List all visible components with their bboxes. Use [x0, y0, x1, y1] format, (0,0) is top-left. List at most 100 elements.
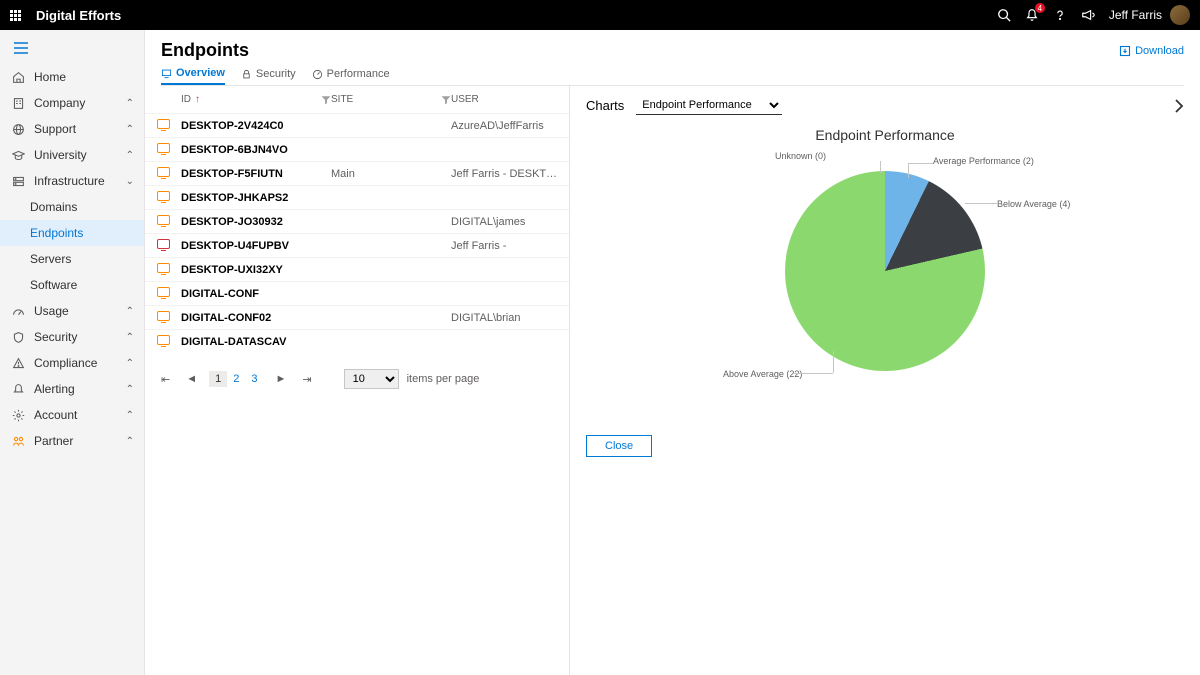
endpoint-icon [157, 191, 170, 201]
chevron-up-icon: ⌃ [126, 410, 134, 421]
per-page-label: items per page [407, 373, 480, 385]
sidebar-item-infrastructure[interactable]: Infrastructure⌄ [0, 168, 144, 194]
pie-label-unknown: Unknown (0) [775, 151, 826, 161]
sidebar-item-support[interactable]: Support⌃ [0, 116, 144, 142]
sidebar-item-domains[interactable]: Domains [0, 194, 144, 220]
sort-asc-icon[interactable]: ↑ [195, 94, 200, 105]
chevron-up-icon: ⌃ [126, 98, 134, 109]
cell-id: DIGITAL-DATASCAV [181, 336, 331, 348]
sidebar-item-compliance[interactable]: Compliance⌃ [0, 350, 144, 376]
tab-overview[interactable]: Overview [161, 67, 225, 85]
page-size-select[interactable]: 10 [344, 369, 399, 389]
expand-icon[interactable] [1174, 99, 1184, 113]
table-row[interactable]: DESKTOP-U4FUPBV Jeff Farris - [145, 233, 569, 257]
pager-last[interactable]: ⇥ [298, 371, 315, 388]
monitor-icon [161, 68, 172, 79]
cell-site: Main [331, 168, 451, 180]
pager-prev[interactable]: ◄ [182, 371, 201, 387]
cell-id: DESKTOP-6BJN4VO [181, 144, 331, 156]
sidebar-item-usage[interactable]: Usage⌃ [0, 298, 144, 324]
pie-label-below: Below Average (4) [997, 199, 1070, 209]
sidebar-item-company[interactable]: Company ⌃ [0, 90, 144, 116]
lock-icon [241, 69, 252, 80]
download-button[interactable]: Download [1119, 45, 1184, 57]
chevron-up-icon: ⌃ [126, 384, 134, 395]
close-button[interactable]: Close [586, 435, 652, 457]
tab-security[interactable]: Security [241, 67, 296, 85]
pager-next[interactable]: ► [271, 371, 290, 387]
cell-id: DIGITAL-CONF [181, 288, 331, 300]
sidebar-item-label: Partner [34, 434, 73, 448]
gear-icon [12, 409, 26, 422]
app-launcher-icon[interactable] [10, 8, 24, 22]
tab-label: Overview [176, 67, 225, 79]
chart-type-select[interactable]: Endpoint Performance [636, 96, 782, 115]
megaphone-icon[interactable] [1081, 8, 1095, 22]
cell-user: Jeff Farris - [451, 240, 557, 252]
chevron-up-icon: ⌃ [126, 306, 134, 317]
col-user-header[interactable]: USER [451, 94, 479, 105]
sidebar-toggle-icon[interactable] [0, 38, 144, 64]
sidebar-item-software[interactable]: Software [0, 272, 144, 298]
brand-label: Digital Efforts [36, 8, 121, 23]
cell-id: DESKTOP-U4FUPBV [181, 240, 331, 252]
sidebar-item-university[interactable]: University⌃ [0, 142, 144, 168]
shield-icon [12, 331, 26, 344]
sidebar-item-label: Endpoints [30, 226, 83, 240]
endpoints-table: ID ↑ SITE US [145, 86, 570, 675]
charts-label: Charts [586, 98, 624, 113]
col-id-header[interactable]: ID [181, 94, 191, 105]
table-row[interactable]: DIGITAL-CONF02 DIGITAL\brian [145, 305, 569, 329]
pie-slices [785, 171, 985, 371]
table-row[interactable]: DIGITAL-DATASCAV [145, 329, 569, 353]
table-row[interactable]: DESKTOP-JHKAPS2 [145, 185, 569, 209]
sidebar-item-home[interactable]: Home [0, 64, 144, 90]
help-icon[interactable] [1053, 8, 1067, 22]
cell-id: DESKTOP-JO30932 [181, 216, 331, 228]
search-icon[interactable] [997, 8, 1011, 22]
avatar[interactable] [1170, 5, 1190, 25]
endpoint-icon [157, 335, 170, 345]
partner-icon [12, 435, 26, 448]
cell-id: DESKTOP-2V424C0 [181, 120, 331, 132]
sidebar-item-label: Company [34, 96, 85, 110]
tab-performance[interactable]: Performance [312, 67, 390, 85]
pie-label-average: Average Performance (2) [933, 156, 1034, 166]
cell-id: DESKTOP-JHKAPS2 [181, 192, 331, 204]
table-row[interactable]: DESKTOP-F5FIUTN Main Jeff Farris - DESKT… [145, 161, 569, 185]
col-site-header[interactable]: SITE [331, 94, 353, 105]
sidebar-item-alerting[interactable]: Alerting⌃ [0, 376, 144, 402]
sidebar-item-security[interactable]: Security⌃ [0, 324, 144, 350]
chevron-up-icon: ⌃ [126, 358, 134, 369]
pager-page-3[interactable]: 3 [245, 371, 263, 387]
table-row[interactable]: DESKTOP-JO30932 DIGITAL\james [145, 209, 569, 233]
sidebar-item-label: Software [30, 278, 77, 292]
sidebar-item-partner[interactable]: Partner ⌃ [0, 428, 144, 454]
table-row[interactable]: DIGITAL-CONF [145, 281, 569, 305]
cell-user: Jeff Farris - DESKTOP-F5FIUTN [451, 168, 557, 180]
table-row[interactable]: DESKTOP-6BJN4VO [145, 137, 569, 161]
endpoint-icon [157, 143, 170, 153]
gauge-icon [12, 305, 26, 318]
pager-first[interactable]: ⇤ [157, 371, 174, 388]
filter-icon[interactable] [321, 95, 331, 105]
endpoint-icon [157, 167, 170, 177]
sidebar-item-label: University [34, 148, 87, 162]
endpoint-icon [157, 215, 170, 225]
endpoint-icon [157, 239, 170, 249]
pager-page-1[interactable]: 1 [209, 371, 227, 387]
cell-user: AzureAD\JeffFarris [451, 120, 557, 132]
endpoint-icon [157, 263, 170, 273]
filter-icon[interactable] [441, 95, 451, 105]
chevron-up-icon: ⌃ [126, 436, 134, 447]
warn-icon [12, 357, 26, 370]
sidebar-item-servers[interactable]: Servers [0, 246, 144, 272]
table-row[interactable]: DESKTOP-2V424C0 AzureAD\JeffFarris [145, 113, 569, 137]
sidebar-item-account[interactable]: Account⌃ [0, 402, 144, 428]
sidebar-item-endpoints[interactable]: Endpoints [0, 220, 144, 246]
pager-page-2[interactable]: 2 [227, 371, 245, 387]
notification-bell-icon[interactable]: 4 [1025, 8, 1039, 22]
home-icon [12, 71, 26, 84]
table-row[interactable]: DESKTOP-UXI32XY [145, 257, 569, 281]
tab-label: Performance [327, 68, 390, 80]
